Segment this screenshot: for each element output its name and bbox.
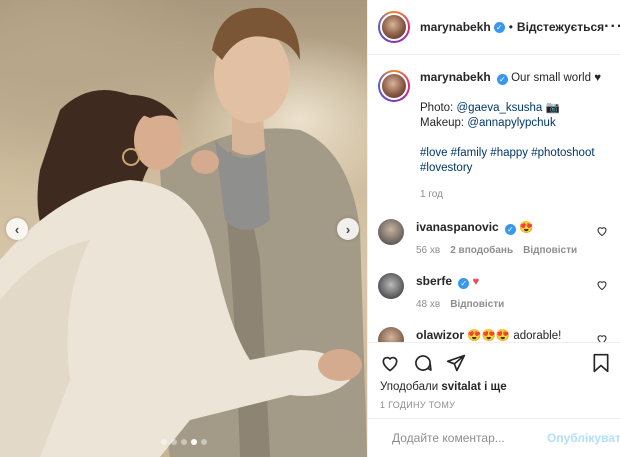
carousel-next-button[interactable]: › [337,218,359,240]
comment-item: ivanaspanovic ✓ 😍 56 хв 2 вподобань Відп… [378,216,608,256]
header-username[interactable]: marynabekh [420,20,491,34]
post-actions: Уподобали svitalat і ще 1 ГОДИНУ ТОМУ [368,342,620,410]
hashtags-line[interactable]: #love #family #happy #photoshoot [420,147,595,159]
caption-username[interactable]: marynabekh [420,70,491,84]
post-timestamp: 1 ГОДИНУ ТОМУ [380,400,456,410]
carousel-dot [190,439,197,445]
comment-bubble-icon[interactable] [413,353,433,373]
verified-badge-icon: ✓ [496,74,508,85]
makeup-credit-link[interactable]: @annapylypchuk [467,117,555,129]
like-comment-heart-icon[interactable] [596,333,608,342]
comment-text: 😍 [519,222,534,234]
instagram-post: ‹ › marynabekh ✓ • Відстежується ··· mar… [0,0,620,457]
like-comment-heart-icon[interactable] [596,225,608,237]
likes-prefix: Уподобали [380,381,439,393]
verified-badge-icon: ✓ [504,224,516,235]
carousel-prev-button[interactable]: ‹ [6,218,28,240]
caption-time: 1 год [420,189,443,200]
comment-avatar[interactable] [378,219,404,245]
post-header: marynabekh ✓ • Відстежується ··· [368,0,620,55]
caption-avatar[interactable] [378,70,410,102]
like-heart-icon[interactable] [380,353,400,373]
carousel-indicator [0,439,367,445]
carousel-dot [180,439,187,445]
likes-summary: Уподобали svitalat і ще [380,381,610,393]
post-sidebar: marynabekh ✓ • Відстежується ··· marynab… [367,0,620,457]
comment-time: 48 хв [416,299,441,310]
avatar[interactable] [378,11,410,43]
verified-badge-icon: ✓ [458,278,470,289]
comment-item: olawizor 😍😍😍 adorable! [378,324,608,342]
carousel-dot [160,439,167,445]
like-comment-heart-icon[interactable] [596,279,608,291]
comment-username[interactable]: olawizor [416,328,464,342]
follow-status-button[interactable]: Відстежується [517,20,604,34]
bookmark-save-icon[interactable] [592,353,610,373]
camera-emoji: 📷 [545,102,560,114]
hashtag-lovestory[interactable]: #lovestory [420,162,472,174]
carousel-dot [200,439,207,445]
liked-by-user[interactable]: svitalat [441,381,481,393]
chevron-right-icon: › [345,221,351,237]
share-paper-plane-icon[interactable] [446,353,466,373]
add-comment-input[interactable] [392,431,547,445]
couple-photo [0,7,367,457]
carousel-dot [170,439,177,445]
comment-time: 56 хв [416,245,441,256]
caption-title: Our small world [511,72,591,84]
chevron-left-icon: ‹ [14,221,20,237]
publish-button[interactable]: Опублікувати [547,431,620,445]
add-comment-bar: Опублікувати [368,418,620,457]
makeup-label: Makeup: [420,117,465,129]
separator-dot: • [508,20,513,34]
heart-emoji: ♥ [594,72,602,84]
likes-others[interactable]: і ще [484,381,507,393]
post-photo[interactable]: ‹ › [0,0,367,457]
more-options-icon[interactable]: ··· [604,18,620,36]
photo-credit-link[interactable]: @gaeva_ksusha [456,102,542,114]
comment-text: ♥ [472,276,480,288]
photo-label: Photo: [420,102,454,114]
comment-likes-count[interactable]: 2 вподобань [450,245,513,256]
verified-badge-icon: ✓ [493,21,505,33]
comment-username[interactable]: ivanaspanovic [416,220,499,234]
comment-avatar[interactable] [378,273,404,299]
reply-button[interactable]: Відповісти [523,245,577,256]
comment-text: 😍😍😍 adorable! [467,330,562,342]
reply-button[interactable]: Відповісти [450,299,504,310]
comment-avatar[interactable] [378,327,404,342]
comments-scroll-area[interactable]: marynabekh ✓ Our small world ♥ Photo: @g… [368,56,620,342]
comment-item: sberfe ✓ ♥ 48 хв Відповісти [378,270,608,310]
comment-username[interactable]: sberfe [416,274,452,288]
caption: marynabekh ✓ Our small world ♥ Photo: @g… [378,70,608,202]
